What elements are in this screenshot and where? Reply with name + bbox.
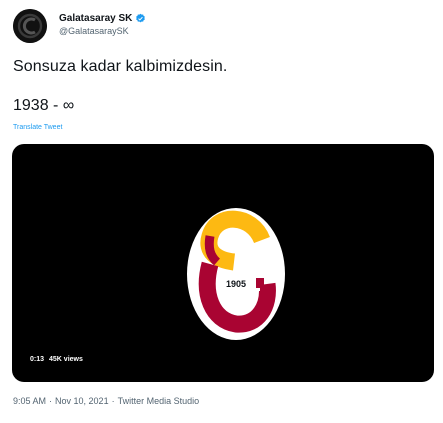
verified-badge-icon bbox=[135, 13, 146, 24]
galatasaray-logo-icon: 1905 bbox=[187, 208, 285, 340]
author-name-row[interactable]: Galatasaray SK bbox=[59, 13, 146, 24]
tweet-source[interactable]: Twitter Media Studio bbox=[118, 396, 200, 406]
meta-separator: · bbox=[49, 396, 53, 406]
galatasaray-crest-icon bbox=[13, 9, 47, 43]
tweet-text: Sonsuza kadar kalbimizdesin. bbox=[13, 58, 228, 75]
meta-separator-2: · bbox=[111, 396, 115, 406]
logo-year-label: 1905 bbox=[226, 279, 246, 289]
tweet-card: Galatasaray SK @GalatasaraySK Sonsuza ka… bbox=[0, 0, 443, 423]
video-views: 45K views bbox=[49, 356, 83, 363]
author-handle[interactable]: @GalatasaraySK bbox=[59, 26, 129, 36]
video-stats-overlay: 0:13 45K views bbox=[30, 356, 83, 363]
tweet-time[interactable]: 9:05 AM bbox=[13, 396, 46, 406]
tweet-text-years: 1938 - ∞ bbox=[13, 97, 75, 114]
video-duration: 0:13 bbox=[30, 356, 45, 363]
translate-tweet-link[interactable]: Translate Tweet bbox=[13, 124, 62, 131]
avatar[interactable] bbox=[13, 9, 47, 43]
video-player[interactable]: 1905 0:13 45K views bbox=[12, 144, 434, 382]
tweet-date[interactable]: Nov 10, 2021 bbox=[55, 396, 109, 406]
tweet-metadata: 9:05 AM · Nov 10, 2021 · Twitter Media S… bbox=[13, 396, 199, 406]
display-name[interactable]: Galatasaray SK bbox=[59, 13, 132, 24]
